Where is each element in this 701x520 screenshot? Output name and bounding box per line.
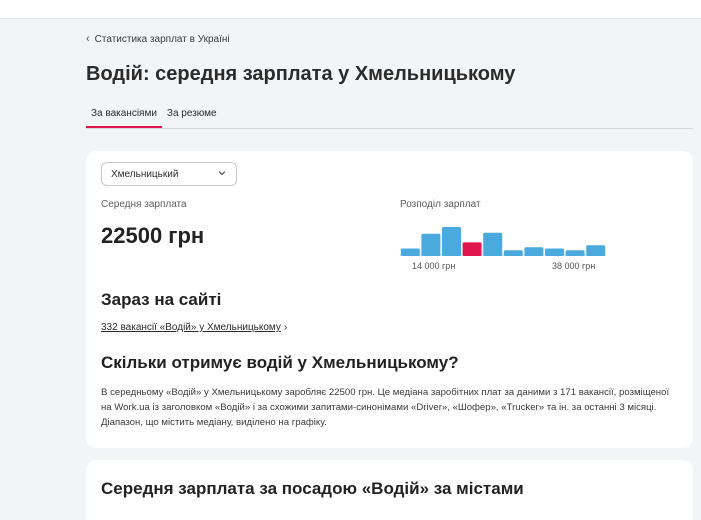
tab-vacancies[interactable]: За вакансіями: [86, 105, 162, 128]
how-much-title: Скільки отримує водій у Хмельницькому?: [101, 353, 459, 372]
histogram-bar: [400, 248, 420, 256]
avg-salary-value: 22500 грн: [101, 223, 205, 248]
salary-histogram: [400, 227, 606, 256]
histogram-bar: [586, 245, 606, 256]
histogram-min-label: 14 000 грн: [412, 261, 456, 271]
histogram-bar: [565, 250, 585, 256]
distribution-label: Розподіл зарплат: [400, 199, 481, 210]
page-title: Водій: середня зарплата у Хмельницькому: [86, 63, 516, 85]
chevron-down-icon: [218, 171, 226, 176]
now-on-site-title: Зараз на сайті: [101, 290, 222, 309]
histogram-bar: [442, 227, 461, 256]
breadcrumb[interactable]: ‹ Статистика зарплат в Україні: [86, 33, 230, 45]
histogram-bar: [503, 250, 523, 256]
city-select-value: Хмельницький: [111, 169, 179, 180]
breadcrumb-link[interactable]: Статистика зарплат в Україні: [95, 34, 230, 45]
histogram-bar: [483, 232, 503, 256]
histogram-max-label: 38 000 грн: [552, 261, 596, 271]
chevron-left-icon: ‹: [86, 33, 90, 45]
histogram-bar: [421, 233, 441, 256]
top-bar: [0, 0, 701, 19]
tab-bar: За вакансіями За резюме: [86, 105, 693, 129]
chevron-right-icon: ›: [283, 322, 288, 333]
tab-resumes[interactable]: За резюме: [162, 105, 222, 128]
histogram-bar: [524, 247, 544, 256]
salary-description: В середньому «Водій» у Хмельницькому зар…: [101, 387, 670, 428]
cities-title: Середня зарплата за посадою «Водій» за м…: [101, 479, 524, 498]
avg-salary-label: Середня зарплата: [101, 199, 187, 210]
histogram-bar-median: [462, 242, 482, 256]
salary-card: Хмельницький Середня зарплата 22500 грн …: [86, 151, 693, 448]
vacancies-link-text: 332 вакансії «Водій» у Хмельницькому: [101, 322, 281, 333]
city-select[interactable]: Хмельницький: [101, 162, 237, 186]
vacancies-link[interactable]: 332 вакансії «Водій» у Хмельницькому ›: [101, 322, 287, 333]
histogram-bar: [545, 248, 564, 256]
cities-card: Середня зарплата за посадою «Водій» за м…: [86, 460, 693, 520]
